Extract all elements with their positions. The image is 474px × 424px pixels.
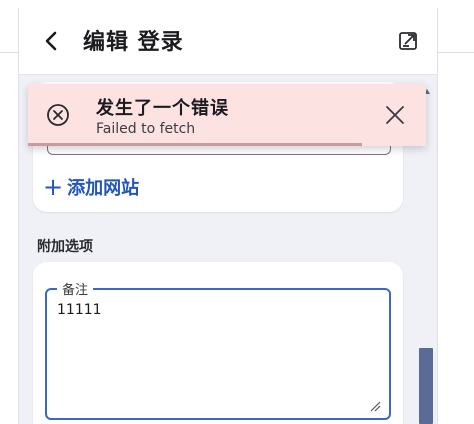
notes-value[interactable]: 11111 bbox=[57, 302, 102, 318]
toast-progress-fill bbox=[28, 143, 363, 146]
toast-progress-bar bbox=[28, 143, 426, 146]
toast-close-button[interactable] bbox=[384, 104, 406, 126]
notes-label: 备注 bbox=[57, 279, 94, 298]
popup-header: 编辑 登录 bbox=[19, 8, 437, 75]
add-website-label: 添加网站 bbox=[67, 178, 140, 199]
divider bbox=[0, 52, 18, 53]
section-title: 附加选项 bbox=[37, 239, 93, 255]
resize-handle-icon[interactable] bbox=[369, 400, 381, 412]
popout-window-icon bbox=[399, 32, 417, 50]
error-circle-x-icon bbox=[47, 104, 69, 126]
plus-icon: + bbox=[43, 173, 64, 201]
page-title: 编辑 登录 bbox=[83, 30, 184, 55]
toast-message: Failed to fetch bbox=[96, 121, 196, 137]
add-website-button[interactable]: + 添加网站 bbox=[43, 172, 139, 202]
chevron-left-icon bbox=[45, 31, 57, 51]
error-toast: 发生了一个错误 Failed to fetch bbox=[28, 84, 426, 146]
extension-popup: 编辑 登录 + 添加网站 附加选项 备注 11111 bbox=[18, 8, 438, 424]
divider bbox=[436, 52, 474, 53]
additional-options-card: 备注 11111 bbox=[33, 262, 403, 424]
notes-textarea[interactable]: 备注 11111 bbox=[45, 279, 391, 420]
scrollbar-thumb[interactable] bbox=[419, 348, 433, 424]
close-icon bbox=[386, 106, 404, 124]
back-button[interactable] bbox=[39, 27, 65, 55]
popout-button[interactable] bbox=[397, 30, 419, 52]
toast-title: 发生了一个错误 bbox=[96, 98, 229, 119]
